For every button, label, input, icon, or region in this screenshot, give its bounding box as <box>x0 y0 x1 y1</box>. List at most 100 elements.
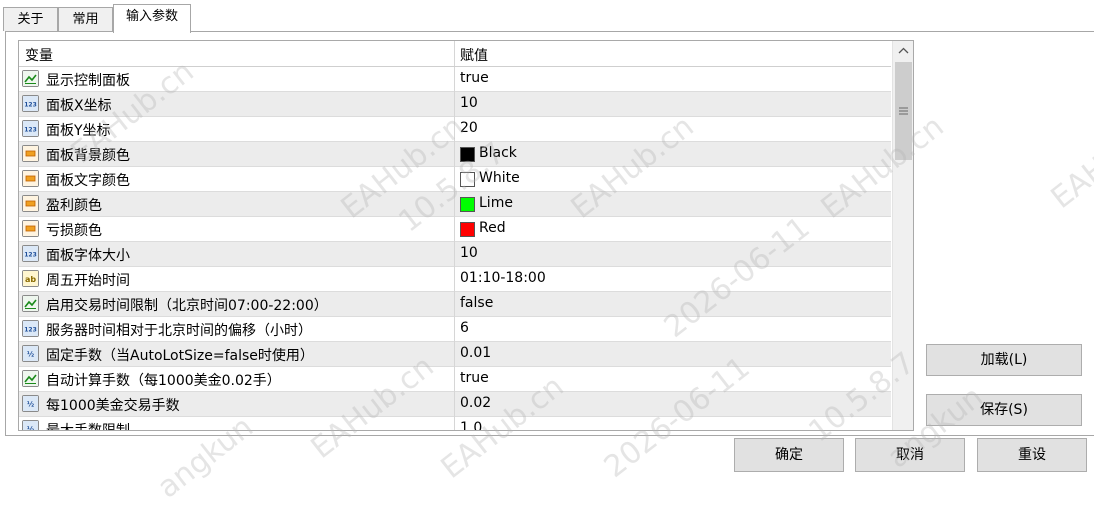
int-icon: 123 <box>22 120 39 137</box>
svg-text:½: ½ <box>27 426 34 431</box>
grip-icon <box>899 107 908 115</box>
parameter-row[interactable]: 显示控制面板 true <box>19 67 891 92</box>
parameter-value[interactable]: 10 <box>460 95 478 111</box>
color-swatch[interactable] <box>460 222 475 237</box>
grid-header: 变量 赋值 <box>19 41 891 67</box>
parameter-value[interactable]: 0.01 <box>460 345 491 361</box>
load-button[interactable]: 加载(L) <box>926 344 1082 376</box>
svg-text:ab: ab <box>25 275 36 284</box>
parameter-name: 面板背景颜色 <box>46 148 130 164</box>
svg-text:½: ½ <box>27 401 34 409</box>
color-icon <box>22 170 39 187</box>
parameter-value[interactable]: Black <box>479 145 517 161</box>
parameter-name: 启用交易时间限制（北京时间07:00-22:00） <box>46 298 328 314</box>
parameter-value[interactable]: 10 <box>460 245 478 261</box>
parameter-name: 显示控制面板 <box>46 73 130 89</box>
column-divider[interactable] <box>454 41 455 66</box>
color-icon <box>22 145 39 162</box>
column-divider <box>454 292 455 317</box>
parameter-value[interactable]: 01:10-18:00 <box>460 270 546 286</box>
save-button[interactable]: 保存(S) <box>926 394 1082 426</box>
parameter-row[interactable]: 面板文字颜色 White <box>19 167 891 192</box>
load-button-label: 加载(L) <box>980 352 1028 368</box>
parameter-row[interactable]: ½ 固定手数（当AutoLotSize=false时使用） 0.01 <box>19 342 891 367</box>
column-divider <box>454 142 455 167</box>
color-swatch[interactable] <box>460 172 475 187</box>
parameter-row[interactable]: 盈利颜色 Lime <box>19 192 891 217</box>
scroll-thumb[interactable] <box>895 62 912 160</box>
parameter-value[interactable]: 20 <box>460 120 478 136</box>
parameter-name: 每1000美金交易手数 <box>46 398 180 414</box>
column-divider <box>454 167 455 192</box>
parameter-name: 面板字体大小 <box>46 248 130 264</box>
parameter-name: 面板X坐标 <box>46 98 112 114</box>
parameter-name: 周五开始时间 <box>46 273 130 289</box>
vertical-scrollbar[interactable] <box>892 41 913 430</box>
column-divider <box>454 192 455 217</box>
parameter-row[interactable]: 123 服务器时间相对于北京时间的偏移（小时） 6 <box>19 317 891 342</box>
scroll-up-arrow-icon[interactable] <box>893 41 913 61</box>
column-divider <box>454 317 455 342</box>
tab-label: 常用 <box>72 12 99 27</box>
double-icon: ½ <box>22 345 39 362</box>
save-button-label: 保存(S) <box>980 402 1028 418</box>
parameter-value[interactable]: true <box>460 370 489 386</box>
bool-icon <box>22 70 39 87</box>
parameter-row[interactable]: 123 面板字体大小 10 <box>19 242 891 267</box>
grid-body: 变量 赋值 显示控制面板 true 123 面板X坐标 10 123 面板Y坐标 20 面板背景… <box>19 41 891 430</box>
parameter-row[interactable]: ½ 最大手数限制 1.0 <box>19 417 891 430</box>
parameter-value[interactable]: false <box>460 295 493 311</box>
color-icon <box>22 220 39 237</box>
cancel-button[interactable]: 取消 <box>855 438 965 472</box>
column-divider <box>454 392 455 417</box>
column-header-variable[interactable]: 变量 <box>25 45 53 65</box>
parameter-name: 自动计算手数（每1000美金0.02手） <box>46 373 281 389</box>
bool-icon <box>22 370 39 387</box>
parameter-name: 盈利颜色 <box>46 198 102 214</box>
string-icon: ab <box>22 270 39 287</box>
parameter-name: 固定手数（当AutoLotSize=false时使用） <box>46 348 314 364</box>
column-divider <box>454 367 455 392</box>
reset-button[interactable]: 重设 <box>977 438 1087 472</box>
parameter-name: 亏损颜色 <box>46 223 102 239</box>
parameter-row[interactable]: 123 面板X坐标 10 <box>19 92 891 117</box>
tab-common[interactable]: 常用 <box>58 7 113 31</box>
svg-text:123: 123 <box>24 127 37 134</box>
tab-input-parameters[interactable]: 输入参数 <box>113 4 191 33</box>
column-divider <box>454 217 455 242</box>
parameter-name: 面板文字颜色 <box>46 173 130 189</box>
ok-button-label: 确定 <box>775 447 803 463</box>
svg-text:123: 123 <box>24 252 37 259</box>
parameter-name: 最大手数限制 <box>46 420 130 430</box>
parameter-value[interactable]: White <box>479 170 520 186</box>
column-divider <box>454 267 455 292</box>
parameter-value[interactable]: 0.02 <box>460 395 491 411</box>
parameter-row[interactable]: 启用交易时间限制（北京时间07:00-22:00） false <box>19 292 891 317</box>
column-divider <box>454 342 455 367</box>
double-icon: ½ <box>22 395 39 412</box>
svg-text:½: ½ <box>27 351 34 359</box>
color-swatch[interactable] <box>460 147 475 162</box>
column-header-value[interactable]: 赋值 <box>460 45 488 65</box>
int-icon: 123 <box>22 95 39 112</box>
column-divider <box>454 417 455 430</box>
ok-button[interactable]: 确定 <box>734 438 844 472</box>
parameter-value[interactable]: 1.0 <box>460 420 482 430</box>
parameter-row[interactable]: ab 周五开始时间 01:10-18:00 <box>19 267 891 292</box>
parameter-row[interactable]: 面板背景颜色 Black <box>19 142 891 167</box>
parameter-row[interactable]: 自动计算手数（每1000美金0.02手） true <box>19 367 891 392</box>
column-divider <box>454 117 455 142</box>
parameter-name: 服务器时间相对于北京时间的偏移（小时） <box>46 323 312 339</box>
reset-button-label: 重设 <box>1018 447 1046 463</box>
tab-about[interactable]: 关于 <box>3 7 58 31</box>
tab-label: 关于 <box>17 12 44 27</box>
parameter-value[interactable]: Red <box>479 220 506 236</box>
parameter-value[interactable]: 6 <box>460 320 469 336</box>
parameter-row[interactable]: ½ 每1000美金交易手数 0.02 <box>19 392 891 417</box>
parameter-row[interactable]: 123 面板Y坐标 20 <box>19 117 891 142</box>
parameter-value[interactable]: Lime <box>479 195 513 211</box>
parameter-value[interactable]: true <box>460 70 489 86</box>
color-swatch[interactable] <box>460 197 475 212</box>
parameter-row[interactable]: 亏损颜色 Red <box>19 217 891 242</box>
tab-label: 输入参数 <box>125 9 178 24</box>
